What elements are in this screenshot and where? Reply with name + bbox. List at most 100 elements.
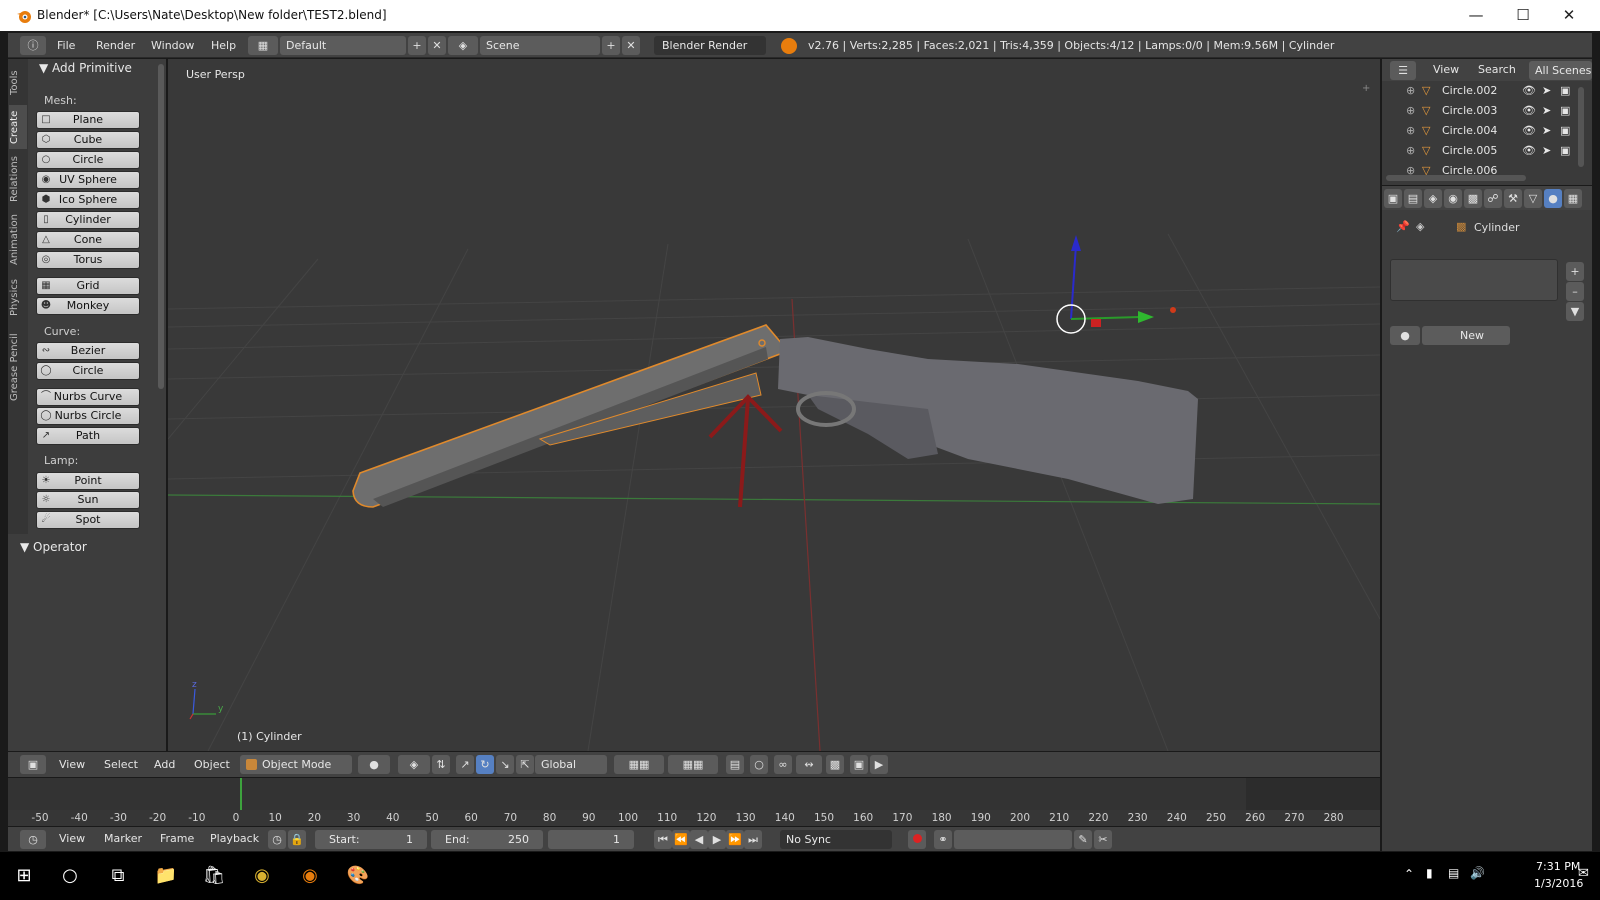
keying-set-icon[interactable]: ⚭ [934,830,952,849]
add-ico-sphere-button[interactable]: ⬢ Ico Sphere [36,191,140,209]
outliner-hscrollbar[interactable] [1386,175,1526,181]
scene-field[interactable]: Scene [480,36,600,55]
texture-tab-icon[interactable]: ▦ [1564,189,1582,208]
world-tab-icon[interactable]: ◉ [1444,189,1462,208]
transform-manipulator[interactable] [1056,235,1176,334]
editor-type-outliner-icon[interactable]: ☰ [1390,61,1416,80]
material-tab-icon[interactable]: ● [1544,189,1562,208]
editor-type-info-icon[interactable]: ⓘ [20,36,46,55]
chrome-icon[interactable]: ◉ [248,862,276,890]
tab-tools[interactable]: Tools [9,63,27,103]
pin-icon[interactable]: 📌 [1396,220,1410,233]
search-icon[interactable]: ○ [56,862,84,890]
scene-layers-1-icon[interactable]: ▦▦ [614,755,664,774]
delete-keyframe-icon[interactable]: ✂ [1094,830,1112,849]
modifiers-tab-icon[interactable]: ⚒ [1504,189,1522,208]
add-torus-button[interactable]: ◎ Torus [36,251,140,269]
paint-icon[interactable]: 🎨 [344,862,372,890]
sync-mode-select[interactable]: No Sync [780,830,892,849]
play-icon[interactable]: ▶ [708,830,726,849]
menu-object[interactable]: Object [194,752,230,777]
add-scene-icon[interactable]: + [602,36,620,55]
tab-relations[interactable]: Relations [9,151,27,207]
add-layout-icon[interactable]: + [408,36,426,55]
operator-panel-header[interactable]: ▼ Operator [20,540,87,554]
viewport-shading-icon[interactable]: ● [358,755,390,774]
add-plane-button[interactable]: □ Plane [36,111,140,129]
scene-selector-icon[interactable]: ◈ [448,36,478,55]
next-keyframe-icon[interactable]: ⏩ [726,830,744,849]
slot-menu-icon[interactable]: ▼ [1566,302,1584,321]
add-monkey-button[interactable]: ☻ Monkey [36,297,140,315]
maximize-button[interactable]: ☐ [1512,4,1534,26]
snap-target-icon[interactable]: ▩ [826,755,844,774]
add-grid-button[interactable]: ▦ Grid [36,277,140,295]
viewport-scene[interactable]: z y [168,59,1380,751]
add-spot-lamp-button[interactable]: ☄ Spot [36,511,140,529]
expand-icon[interactable]: ⊕ [1406,121,1415,141]
expand-icon[interactable]: ⊕ [1406,161,1415,175]
blender-taskbar-icon[interactable]: ◉ [296,862,324,890]
menu-help[interactable]: Help [211,33,236,58]
manipulator-translate-icon[interactable]: ↗ [456,755,474,774]
outliner-filter-select[interactable]: All Scenes [1529,61,1592,80]
expand-icon[interactable]: ⊕ [1406,81,1415,101]
task-view-icon[interactable]: ⧉ [104,862,132,890]
close-button[interactable]: ✕ [1558,4,1580,26]
transform-icon[interactable]: ⇱ [516,755,534,774]
add-point-lamp-button[interactable]: ☀ Point [36,472,140,490]
menu-view[interactable]: View [59,752,85,777]
menu-select[interactable]: Select [104,752,138,777]
action-center-icon[interactable]: ✉ [1578,866,1589,881]
keying-set-field[interactable] [954,830,1072,849]
add-sun-lamp-button[interactable]: ☼ Sun [36,491,140,509]
add-uv-sphere-button[interactable]: ◉ UV Sphere [36,171,140,189]
object-tab-icon[interactable]: ▩ [1464,189,1482,208]
outliner-item[interactable]: ⊕ ▽ Circle.006 [1382,161,1572,175]
battery-icon[interactable]: ▮ [1426,866,1433,880]
jump-start-icon[interactable]: ⏮ [654,830,672,849]
browse-material-icon[interactable]: ● [1390,326,1420,345]
scene-layers-2-icon[interactable]: ▦▦ [668,755,718,774]
menu-window[interactable]: Window [151,33,194,58]
minimize-button[interactable]: — [1465,4,1487,26]
menu-add[interactable]: Add [154,752,175,777]
snap-icon[interactable]: ∞ [774,755,792,774]
visibility-eye-icon[interactable]: 👁 [1522,141,1536,161]
windows-start-icon[interactable]: ⊞ [10,862,38,890]
outliner-item[interactable]: ⊕ ▽ Circle.005 👁 ➤ ▣ [1382,141,1572,161]
render-tab-icon[interactable]: ▣ [1384,189,1402,208]
file-explorer-icon[interactable]: 📁 [152,862,180,890]
preview-range-icon[interactable]: ◷ [268,830,286,849]
proportional-editing-icon[interactable]: ○ [750,755,768,774]
add-cube-button[interactable]: ⬡ Cube [36,131,140,149]
renderable-camera-icon[interactable]: ▣ [1560,81,1570,101]
visibility-eye-icon[interactable]: 👁 [1522,101,1536,121]
material-slot-list[interactable] [1390,259,1558,301]
record-icon[interactable] [908,830,926,849]
3d-viewport[interactable]: z y User Persp (1) Cylinder + [168,59,1380,751]
selectable-cursor-icon[interactable]: ➤ [1542,101,1551,121]
screen-layout-field[interactable]: Default [280,36,406,55]
manipulator-toggle-icon[interactable]: ⇅ [432,755,450,774]
network-icon[interactable]: ▤ [1448,866,1459,880]
expand-icon[interactable]: ⊕ [1406,141,1415,161]
add-bezier-button[interactable]: ∾ Bezier [36,342,140,360]
timeline-editor[interactable]: -50 -40 -30 -20 -10 0 10 20 30 40 50 60 70 80 90 100 110… [8,778,1380,826]
new-material-button[interactable]: New [1422,326,1510,345]
selectable-cursor-icon[interactable]: ➤ [1542,81,1551,101]
volume-icon[interactable]: 🔊 [1470,866,1485,880]
timeline-menu-playback[interactable]: Playback [210,827,259,852]
add-slot-icon[interactable]: + [1566,262,1584,281]
insert-keyframe-icon[interactable]: ✎ [1074,830,1092,849]
data-tab-icon[interactable]: ▽ [1524,189,1542,208]
outliner-item[interactable]: ⊕ ▽ Circle.003 👁 ➤ ▣ [1382,101,1572,121]
add-cone-button[interactable]: △ Cone [36,231,140,249]
editor-type-3d-icon[interactable]: ▣ [20,755,46,774]
remove-scene-icon[interactable]: ✕ [622,36,640,55]
add-curve-circle-button[interactable]: ◯ Circle [36,362,140,380]
menu-file[interactable]: File [57,33,75,58]
play-reverse-icon[interactable]: ◀ [690,830,708,849]
outliner-item[interactable]: ⊕ ▽ Circle.004 👁 ➤ ▣ [1382,121,1572,141]
timeline-menu-frame[interactable]: Frame [160,827,194,852]
